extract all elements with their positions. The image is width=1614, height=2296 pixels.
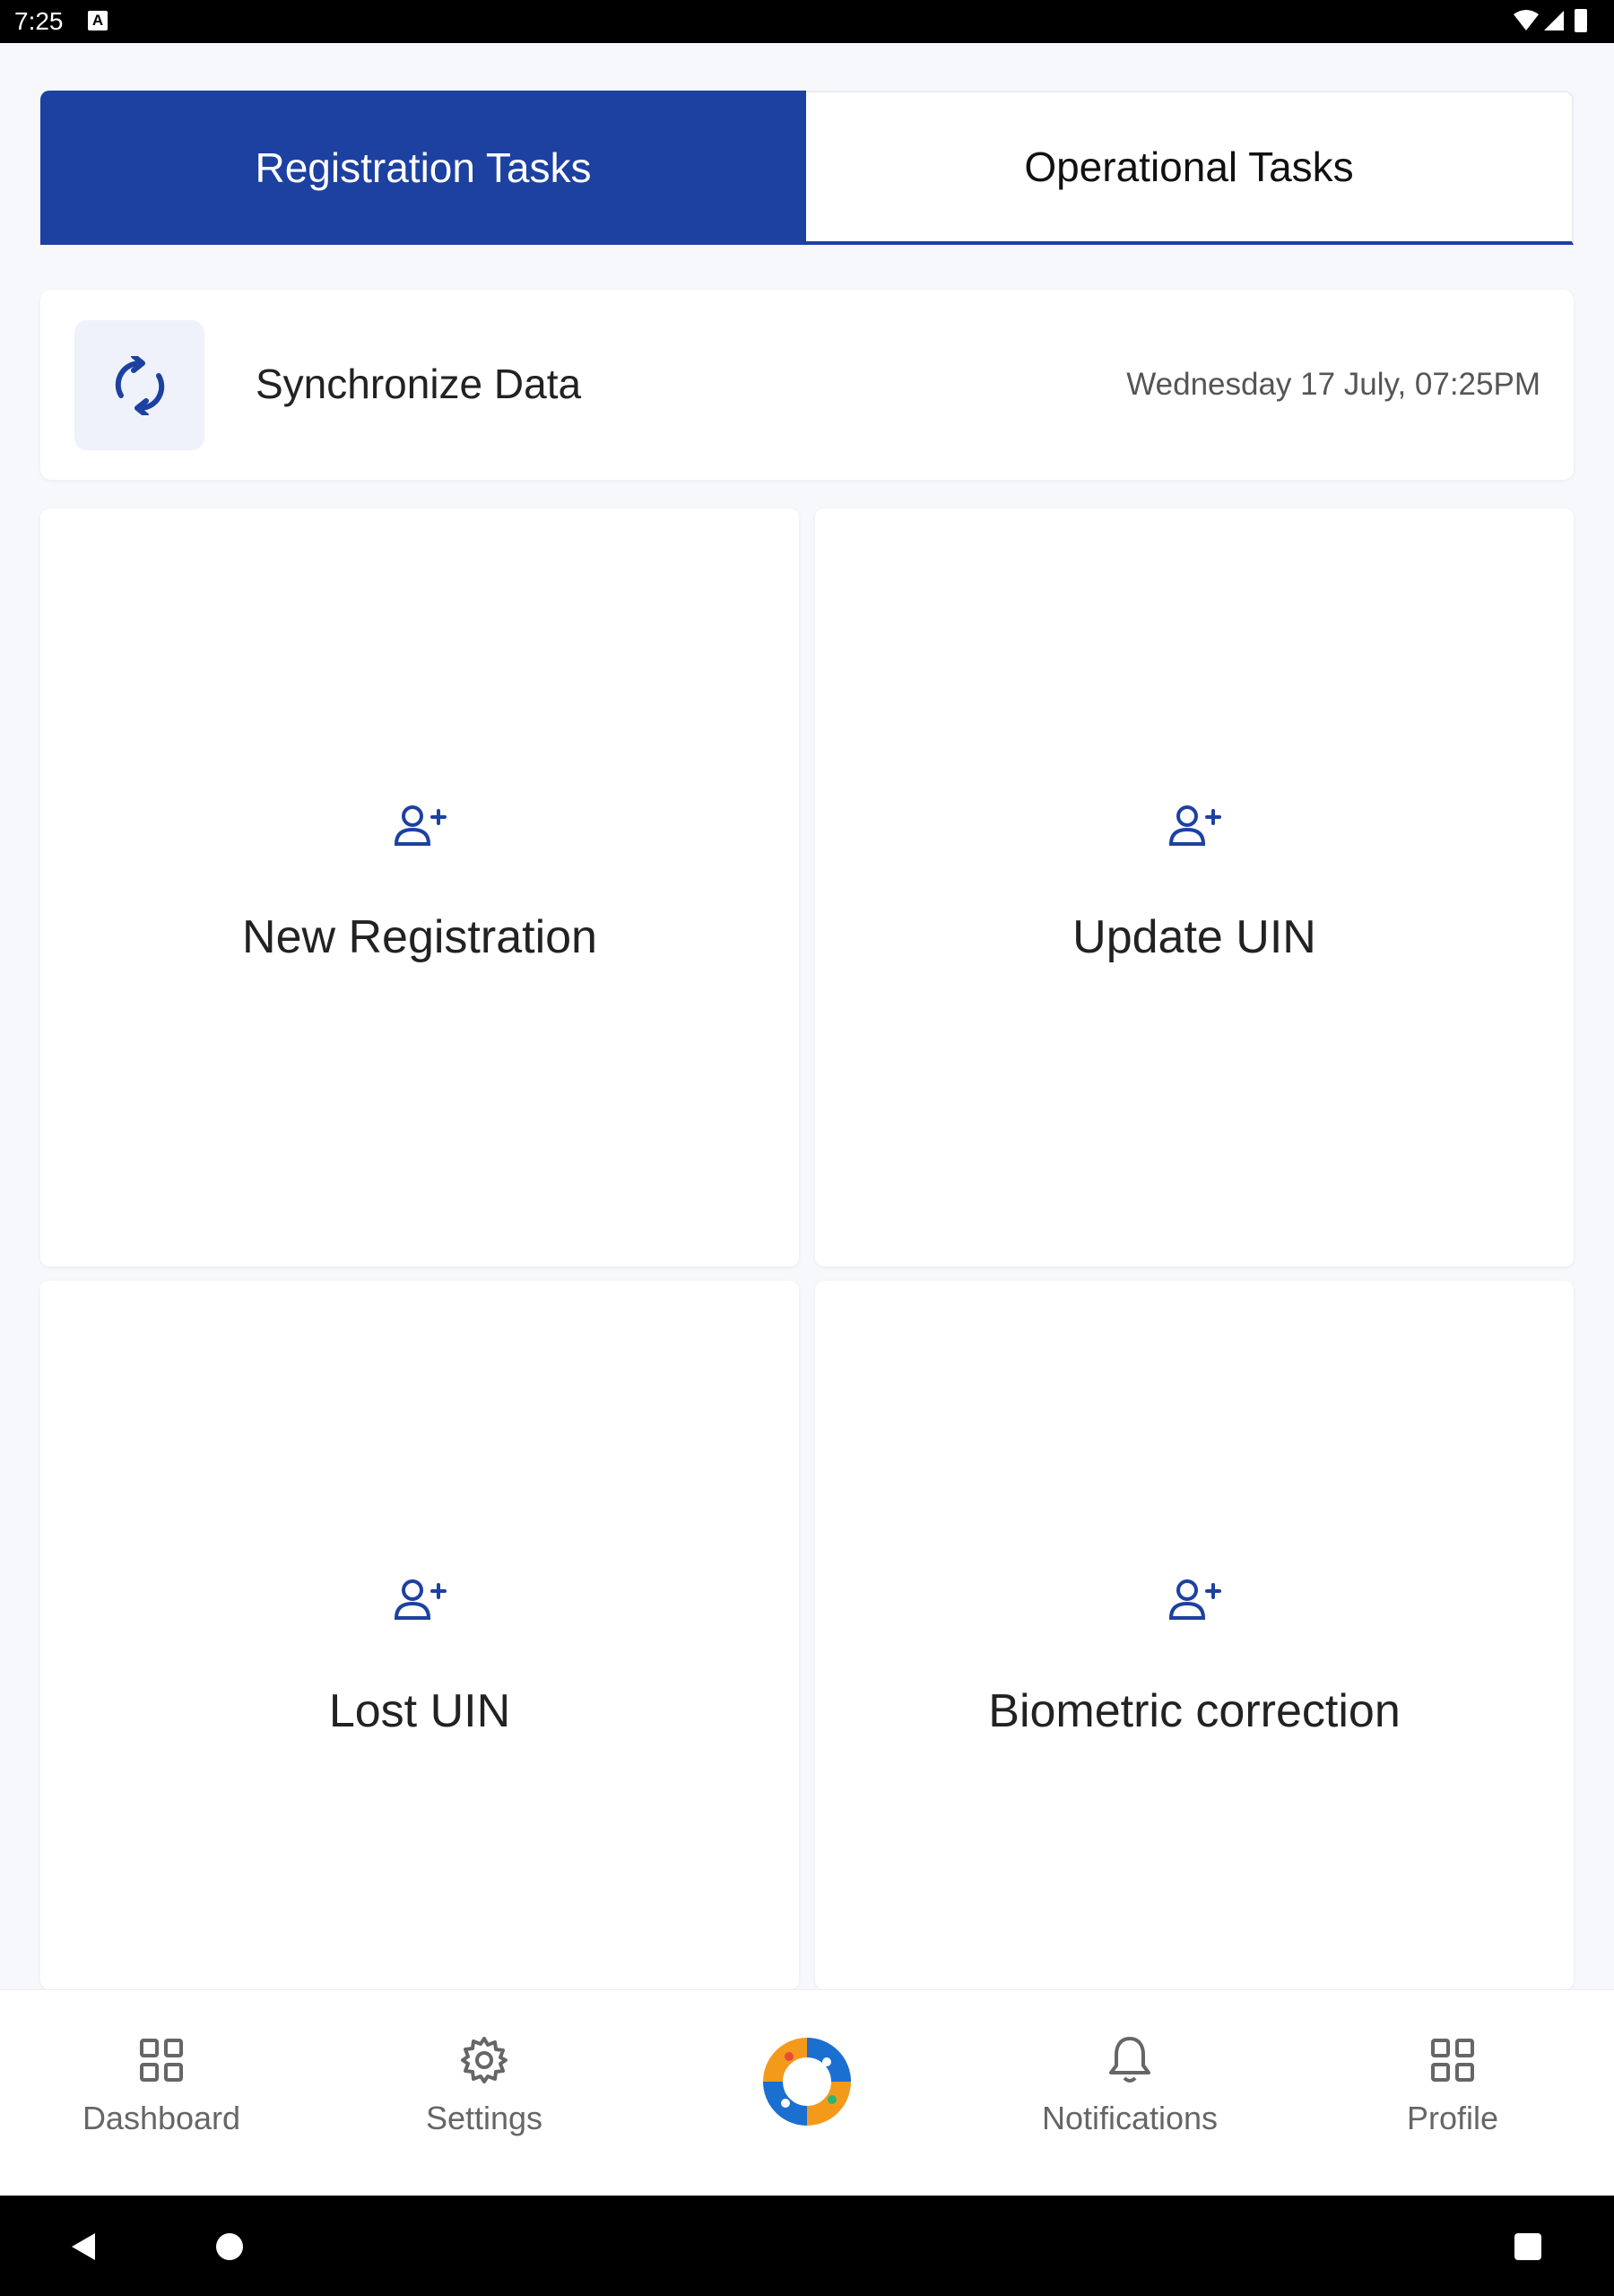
bell-icon (995, 2033, 1264, 2087)
battery-icon (1575, 9, 1587, 32)
recents-icon[interactable] (1514, 2232, 1542, 2261)
back-icon[interactable] (68, 2231, 99, 2262)
grid-icon (1318, 2033, 1587, 2087)
nav-label: Profile (1406, 2100, 1499, 2136)
task-label: Lost UIN (328, 1685, 511, 1737)
system-nav-bar (0, 2196, 1614, 2296)
add-user-icon (815, 804, 1574, 849)
gear-icon (350, 2033, 619, 2087)
wifi-icon (1514, 10, 1539, 30)
status-icons (1514, 9, 1587, 32)
sync-icon (115, 355, 164, 415)
add-user-icon (40, 804, 799, 849)
synchronize-data-card[interactable]: Synchronize Data Wednesday 17 July, 07:2… (40, 290, 1574, 480)
new-registration-card[interactable]: New Registration (40, 509, 799, 1266)
tab-registration-tasks[interactable]: Registration Tasks (40, 91, 806, 245)
nav-dashboard[interactable]: Dashboard (27, 2033, 296, 2137)
nav-label: Notifications (1041, 2100, 1219, 2136)
sync-timestamp: Wednesday 17 July, 07:25PM (1126, 367, 1540, 402)
update-uin-card[interactable]: Update UIN (815, 509, 1574, 1266)
tab-operational-tasks[interactable]: Operational Tasks (806, 91, 1574, 245)
nav-notifications[interactable]: Notifications (995, 2033, 1264, 2137)
task-tabs: Registration Tasks Operational Tasks (40, 91, 1574, 245)
task-label: Update UIN (1072, 911, 1316, 963)
sync-icon-container (74, 320, 204, 450)
task-label: New Registration (242, 911, 597, 963)
home-icon[interactable] (214, 2231, 245, 2262)
notification-a-icon: A (88, 11, 108, 30)
app-logo-icon[interactable] (762, 2037, 852, 2126)
lost-uin-card[interactable]: Lost UIN (40, 1281, 799, 1989)
signal-icon (1544, 11, 1564, 30)
biometric-correction-card[interactable]: Biometric correction (815, 1281, 1574, 1989)
nav-label: Dashboard (82, 2100, 241, 2136)
sync-title: Synchronize Data (256, 361, 582, 407)
add-user-icon (40, 1578, 799, 1623)
grid-icon (27, 2033, 296, 2087)
nav-profile[interactable]: Profile (1318, 2033, 1587, 2137)
add-user-icon (815, 1578, 1574, 1623)
status-bar: 7:25 A (0, 0, 1614, 43)
task-label: Biometric correction (988, 1685, 1401, 1737)
nav-label: Settings (425, 2100, 543, 2136)
bottom-nav: Dashboard Settings Notifications Profile (0, 1989, 1614, 2196)
nav-settings[interactable]: Settings (350, 2033, 619, 2137)
status-time: 7:25 (14, 7, 64, 35)
